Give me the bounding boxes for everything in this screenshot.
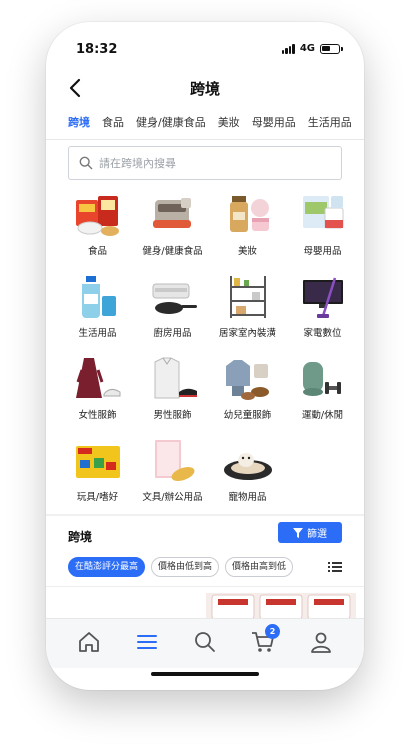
sort-chip-price-low-high[interactable]: 價格由低到高 — [151, 557, 220, 577]
tab-cross-border[interactable]: 跨境 — [68, 110, 90, 139]
cart-nav-item[interactable]: 2 — [250, 624, 280, 655]
category-household[interactable]: 生活用品 — [60, 272, 135, 343]
category-label: 寵物用品 — [228, 492, 267, 503]
shelf-icon — [229, 276, 266, 318]
category-beauty[interactable]: 美妝 — [210, 190, 285, 261]
cosmetics-icon — [229, 196, 269, 232]
category-label: 廚房用品 — [153, 328, 192, 339]
category-food[interactable]: 食品 — [60, 190, 135, 261]
search-nav-icon[interactable] — [192, 629, 218, 655]
category-label: 食品 — [87, 246, 107, 257]
tab-baby[interactable]: 母嬰用品 — [252, 110, 296, 139]
household-products-icon — [81, 276, 116, 318]
kids-clothes-icon — [225, 360, 269, 400]
category-stationery[interactable]: 文具/辦公用品 — [135, 436, 210, 507]
category-pets[interactable]: 寵物用品 — [210, 436, 285, 507]
status-right: 4G — [281, 43, 343, 54]
category-kitchen[interactable]: 廚房用品 — [135, 272, 210, 343]
list-view-icon[interactable] — [328, 560, 342, 574]
home-icon[interactable] — [76, 629, 102, 655]
bottom-navigation: 2 — [46, 618, 364, 668]
search-icon — [79, 156, 93, 170]
funnel-icon — [293, 527, 303, 538]
stationery-icon — [154, 440, 194, 481]
category-fitness[interactable]: 健身/健康食品 — [135, 190, 210, 261]
section-title: 跨境 — [68, 530, 93, 544]
filter-button[interactable]: 篩選 — [278, 522, 342, 543]
tab-fitness[interactable]: 健身/健康食品 — [136, 110, 206, 139]
product-image[interactable] — [46, 587, 364, 618]
search-input[interactable]: 請在跨境內搜尋 — [68, 146, 342, 180]
profile-icon[interactable] — [308, 629, 334, 655]
category-label: 家電數位 — [303, 328, 342, 339]
fitness-products-icon — [152, 198, 191, 228]
category-electronics[interactable]: 家電數位 — [285, 272, 360, 343]
lego-box-icon — [75, 446, 120, 478]
tv-vacuum-icon — [302, 277, 343, 318]
filter-label: 篩選 — [307, 529, 327, 540]
sort-chip-price-high-low[interactable]: 價格由高到低 — [225, 557, 294, 577]
category-kids-clothing[interactable]: 幼兒童服飾 — [210, 354, 285, 425]
tab-food[interactable]: 食品 — [102, 110, 124, 139]
pet-bed-icon — [223, 453, 272, 480]
category-grid: 食品 健身/健康食品 美妝 母嬰用品 生活用品 廚房用品 居家室內裝潢 家電數位… — [60, 190, 360, 507]
home-indicator — [151, 672, 259, 676]
category-label: 美妝 — [237, 246, 257, 257]
category-label: 生活用品 — [78, 328, 117, 339]
category-home-decor[interactable]: 居家室內裝潢 — [210, 272, 285, 343]
header: 跨境 — [46, 70, 364, 110]
category-label: 玩具/嗜好 — [76, 492, 119, 503]
sort-chips: 在酷澎評分最高 價格由低到高 價格由高到低 — [68, 557, 294, 577]
phone-frame: 18:32 4G 跨境 跨境 食品 健身/健康食品 美妝 母嬰用品 生活用品 請… — [46, 22, 364, 690]
network-label: 4G — [299, 43, 315, 54]
category-label: 居家室內裝潢 — [218, 328, 276, 339]
food-products-icon — [75, 196, 119, 236]
shirt-shoes-icon — [154, 357, 197, 399]
category-label: 運動/休閒 — [301, 410, 344, 421]
category-mens-clothing[interactable]: 男性服飾 — [135, 354, 210, 425]
dress-shoes-icon — [75, 358, 120, 398]
menu-icon[interactable] — [134, 629, 160, 655]
tab-household[interactable]: 生活用品 — [308, 110, 352, 139]
category-womens-clothing[interactable]: 女性服飾 — [60, 354, 135, 425]
status-time: 18:32 — [76, 42, 118, 57]
product-list-preview — [46, 586, 364, 618]
category-toys[interactable]: 玩具/嗜好 — [60, 436, 135, 507]
category-label: 母嬰用品 — [303, 246, 342, 257]
tab-beauty[interactable]: 美妝 — [218, 110, 240, 139]
page-title: 跨境 — [189, 80, 220, 98]
battery-icon — [320, 43, 343, 54]
status-bar: 18:32 4G — [46, 22, 364, 70]
category-label: 健身/健康食品 — [142, 246, 203, 257]
category-sports[interactable]: 運動/休閒 — [285, 354, 360, 425]
category-baby[interactable]: 母嬰用品 — [285, 190, 360, 261]
category-label: 幼兒童服飾 — [223, 410, 272, 421]
category-label: 女性服飾 — [78, 410, 117, 421]
baby-products-icon — [302, 196, 343, 229]
yoga-dumbbell-icon — [302, 362, 341, 396]
section-divider — [46, 514, 364, 516]
category-label: 文具/辦公用品 — [142, 492, 203, 503]
sort-chip-top-rated[interactable]: 在酷澎評分最高 — [68, 557, 146, 577]
cookware-icon — [152, 283, 197, 314]
cart-count-badge: 2 — [265, 624, 280, 639]
category-tabs: 跨境 食品 健身/健康食品 美妝 母嬰用品 生活用品 — [46, 110, 364, 140]
search-placeholder: 請在跨境內搜尋 — [99, 157, 176, 170]
category-label: 男性服飾 — [153, 410, 192, 421]
signal-icon — [281, 43, 295, 54]
